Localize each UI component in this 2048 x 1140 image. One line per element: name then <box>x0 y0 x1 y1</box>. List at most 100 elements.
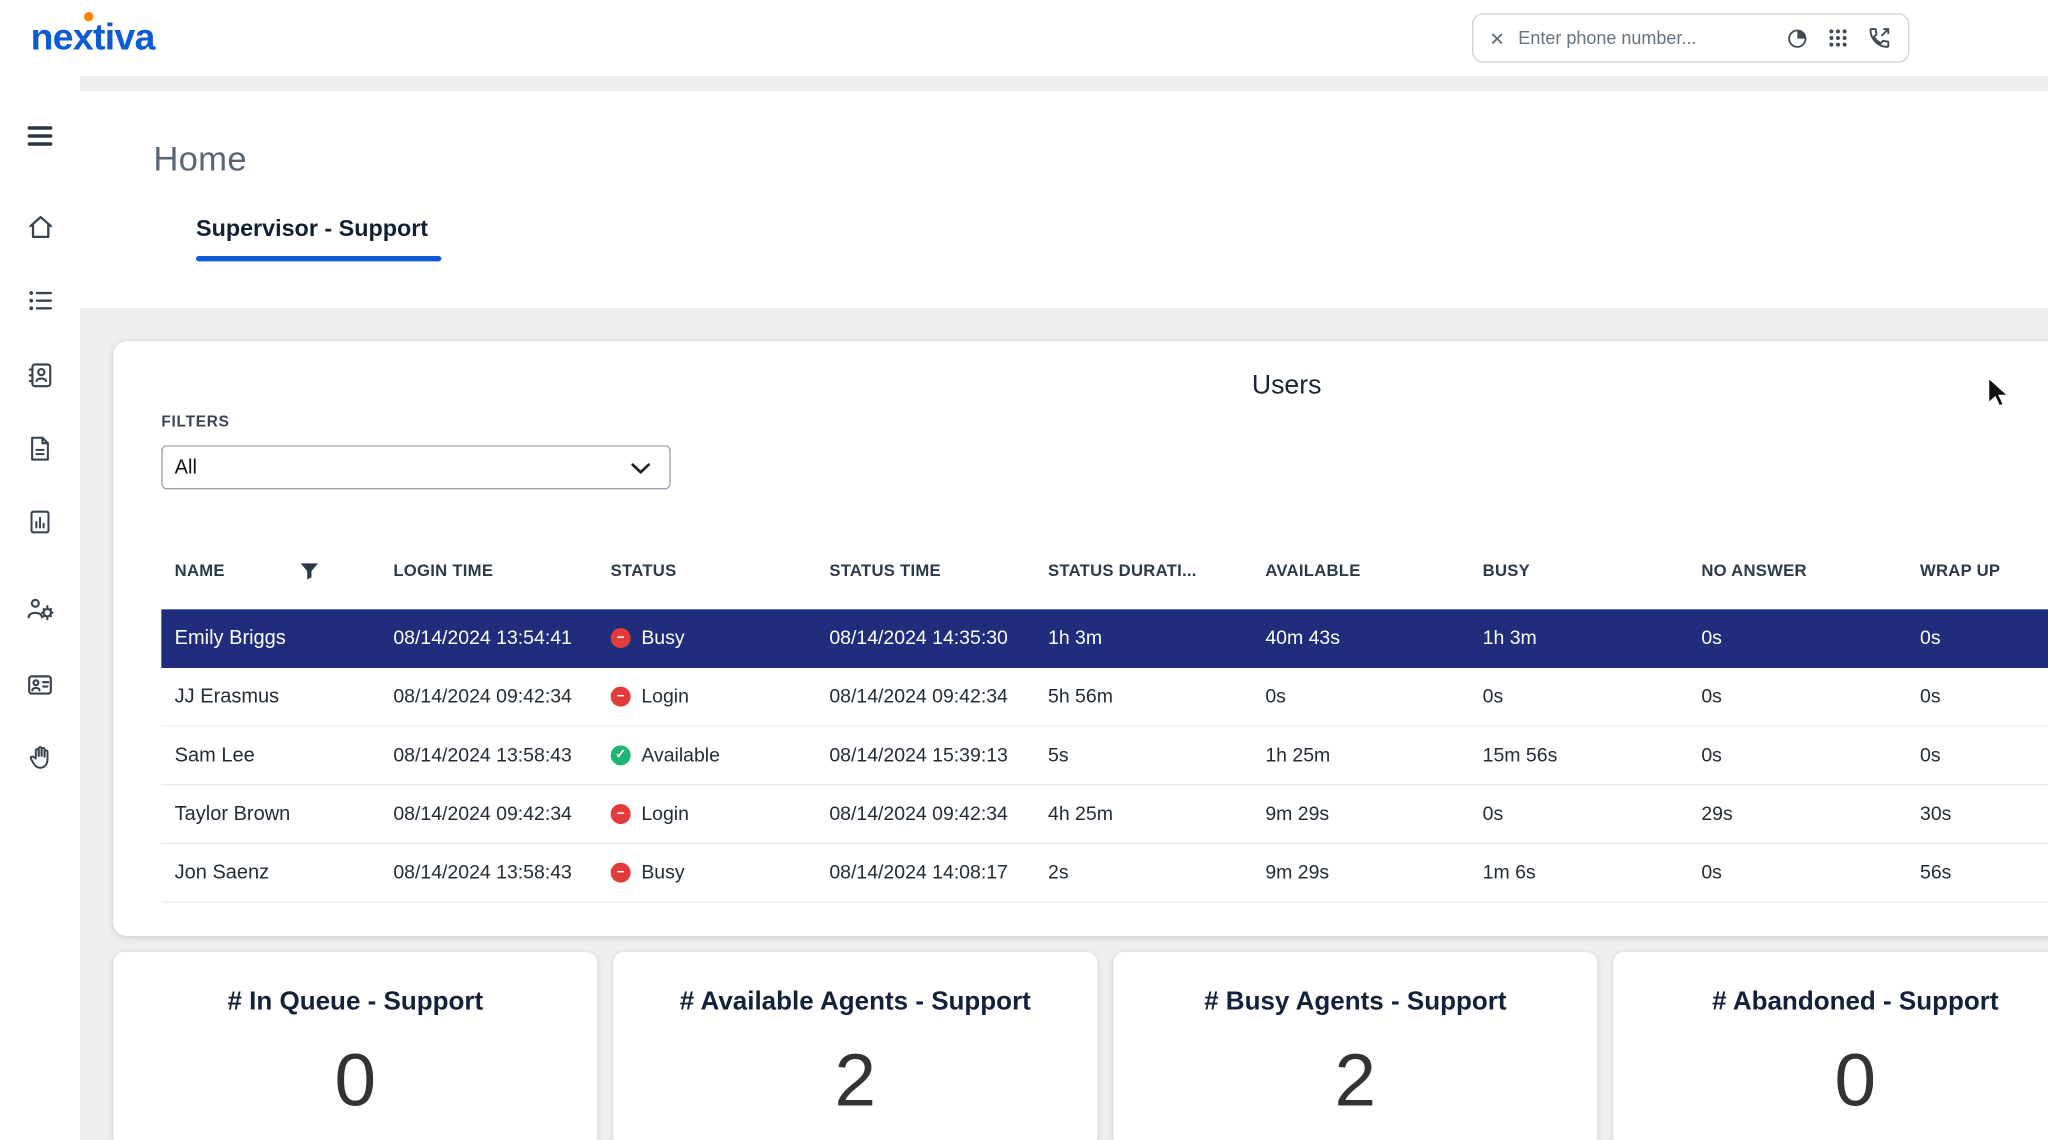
queues-list-icon[interactable] <box>24 284 56 316</box>
document-icon[interactable] <box>24 432 56 464</box>
cell-available: 40m 43s <box>1265 627 1340 649</box>
filter-funnel-icon[interactable] <box>299 562 318 579</box>
kpi-value: 0 <box>1834 1037 1877 1122</box>
cell-available: 1h 25m <box>1265 744 1331 766</box>
column-label: STATUS <box>610 561 677 580</box>
cell-name: Jon Saenz <box>174 861 270 884</box>
table-row[interactable]: Emily Briggs 08/14/2024 13:54:41 − Busy 08/1… <box>161 609 2048 668</box>
cell-status-time: 08/14/2024 14:08:17 <box>829 861 1008 884</box>
column-header-6[interactable]: BUSY <box>1469 561 1688 580</box>
cell-status-time: 08/14/2024 14:35:30 <box>829 627 1008 649</box>
outgoing-call-icon[interactable] <box>1867 25 1892 50</box>
status-available-icon: ✓ <box>610 745 631 766</box>
status-label: Login <box>641 685 689 708</box>
status-busy-icon: − <box>610 627 631 648</box>
column-header-4[interactable]: STATUS DURATI... <box>1035 561 1252 580</box>
menu-icon[interactable] <box>24 120 56 152</box>
status-login-icon: − <box>610 803 631 824</box>
kpi-title: # Busy Agents - Support <box>1204 986 1507 1016</box>
cell-login-time: 08/14/2024 09:42:34 <box>393 803 572 825</box>
column-header-8[interactable]: WRAP UP <box>1907 561 2048 580</box>
logo-dot <box>83 11 94 22</box>
column-header-0[interactable]: NAME <box>161 561 380 580</box>
cell-login-time: 08/14/2024 13:58:43 <box>393 744 572 766</box>
team-settings-icon[interactable] <box>24 593 56 625</box>
sidebar <box>0 75 80 1140</box>
cell-wrap-up: 30s <box>1919 803 1952 825</box>
cell-status-duration: 4h 25m <box>1047 803 1113 825</box>
hero-section: Home Supervisor - Support <box>79 90 2048 308</box>
cell-available: 9m 29s <box>1265 803 1330 825</box>
cell-status-time: 08/14/2024 09:42:34 <box>829 803 1008 825</box>
users-card-title: Users <box>1251 370 1322 400</box>
tab-supervisor-support[interactable]: Supervisor - Support <box>195 214 442 262</box>
status-label: Available <box>641 744 720 766</box>
cell-busy: 15m 56s <box>1482 744 1558 766</box>
phone-number-input[interactable] <box>1518 27 1772 48</box>
dialpad-icon[interactable] <box>1827 27 1850 50</box>
cell-wrap-up: 0s <box>1919 627 1941 649</box>
report-chart-icon[interactable] <box>24 505 56 537</box>
cell-name: JJ Erasmus <box>174 685 280 708</box>
cell-wrap-up: 0s <box>1919 744 1941 766</box>
filters-label: FILTERS <box>161 414 230 431</box>
pie-chart-icon[interactable] <box>1785 26 1809 50</box>
column-label: LOGIN TIME <box>393 561 494 580</box>
column-label: NO ANSWER <box>1701 561 1807 580</box>
status-label: Busy <box>641 861 685 884</box>
cell-status-duration: 1h 3m <box>1047 627 1103 649</box>
main-content: Home Supervisor - Support Users FILTERS … <box>79 75 2048 1140</box>
column-label: STATUS TIME <box>829 561 941 580</box>
raise-hand-icon[interactable] <box>24 741 56 773</box>
kpi-card-1: # Available Agents - Support 2 <box>613 951 1098 1140</box>
users-card: Users FILTERS All NAME LOGIN TIME STATUS ST… <box>113 341 2048 936</box>
column-header-3[interactable]: STATUS TIME <box>816 561 1035 580</box>
home-icon[interactable] <box>24 211 56 243</box>
cell-available: 0s <box>1265 685 1286 708</box>
table-row[interactable]: JJ Erasmus 08/14/2024 09:42:34 − Login 08/14… <box>161 667 2048 727</box>
cell-busy: 1m 6s <box>1482 861 1536 884</box>
cell-login-time: 08/14/2024 09:42:34 <box>393 685 572 708</box>
nextiva-logo[interactable]: nextiva <box>31 11 155 59</box>
table-row[interactable]: Jon Saenz 08/14/2024 13:58:43 − Busy 08/14/2… <box>161 843 2048 903</box>
chevron-down-icon <box>631 463 650 474</box>
column-label: AVAILABLE <box>1265 561 1361 580</box>
cell-name: Taylor Brown <box>174 802 291 826</box>
tab-label: Supervisor - Support <box>195 214 429 242</box>
cell-status-time: 08/14/2024 09:42:34 <box>829 685 1008 708</box>
cell-status: − Login <box>597 668 816 725</box>
cell-name: Emily Briggs <box>174 626 286 650</box>
app-window: nextiva ✕ Enter phone number... Home Sup… <box>0 0 2048 1140</box>
kpi-title: # Abandoned - Support <box>1712 986 1999 1016</box>
table-header-row: NAME LOGIN TIME STATUS STATUS TIME STATUS DU… <box>161 549 2048 592</box>
cell-no-answer: 0s <box>1701 861 1722 884</box>
table-row[interactable]: Sam Lee 08/14/2024 13:58:43 ✓ Available 08/1… <box>161 726 2048 786</box>
kpi-value: 0 <box>334 1037 377 1122</box>
table-row[interactable]: Taylor Brown 08/14/2024 09:42:34 − Login 08/… <box>161 785 2048 844</box>
cell-login-time: 08/14/2024 13:54:41 <box>393 627 572 649</box>
cell-status: − Busy <box>597 844 816 901</box>
column-header-7[interactable]: NO ANSWER <box>1688 561 1907 580</box>
kpi-value: 2 <box>1334 1037 1377 1122</box>
column-label: WRAP UP <box>1919 561 2001 580</box>
table-body: Emily Briggs 08/14/2024 13:54:41− Busy 08/1… <box>161 609 2048 903</box>
column-label: NAME <box>174 561 225 580</box>
cell-no-answer: 0s <box>1701 744 1722 766</box>
page-title: Home <box>153 138 247 179</box>
column-header-2[interactable]: STATUS <box>597 561 816 580</box>
agent-badge-icon[interactable] <box>24 668 56 700</box>
cell-status: ✓ Available <box>597 727 816 784</box>
cell-busy: 0s <box>1482 803 1504 825</box>
cell-status-duration: 5s <box>1047 744 1069 766</box>
column-header-1[interactable]: LOGIN TIME <box>380 561 597 580</box>
cell-available: 9m 29s <box>1265 861 1330 884</box>
kpi-card-2: # Busy Agents - Support 2 <box>1113 951 1598 1140</box>
kpi-title: # In Queue - Support <box>227 986 484 1016</box>
kpi-value: 2 <box>834 1037 877 1122</box>
contacts-book-icon[interactable] <box>24 359 56 391</box>
clear-x-icon[interactable]: ✕ <box>1489 29 1505 48</box>
cell-wrap-up: 56s <box>1919 861 1952 884</box>
column-header-5[interactable]: AVAILABLE <box>1252 561 1469 580</box>
filter-select[interactable]: All <box>161 445 671 490</box>
kpi-card-3: # Abandoned - Support 0 <box>1613 951 2048 1140</box>
